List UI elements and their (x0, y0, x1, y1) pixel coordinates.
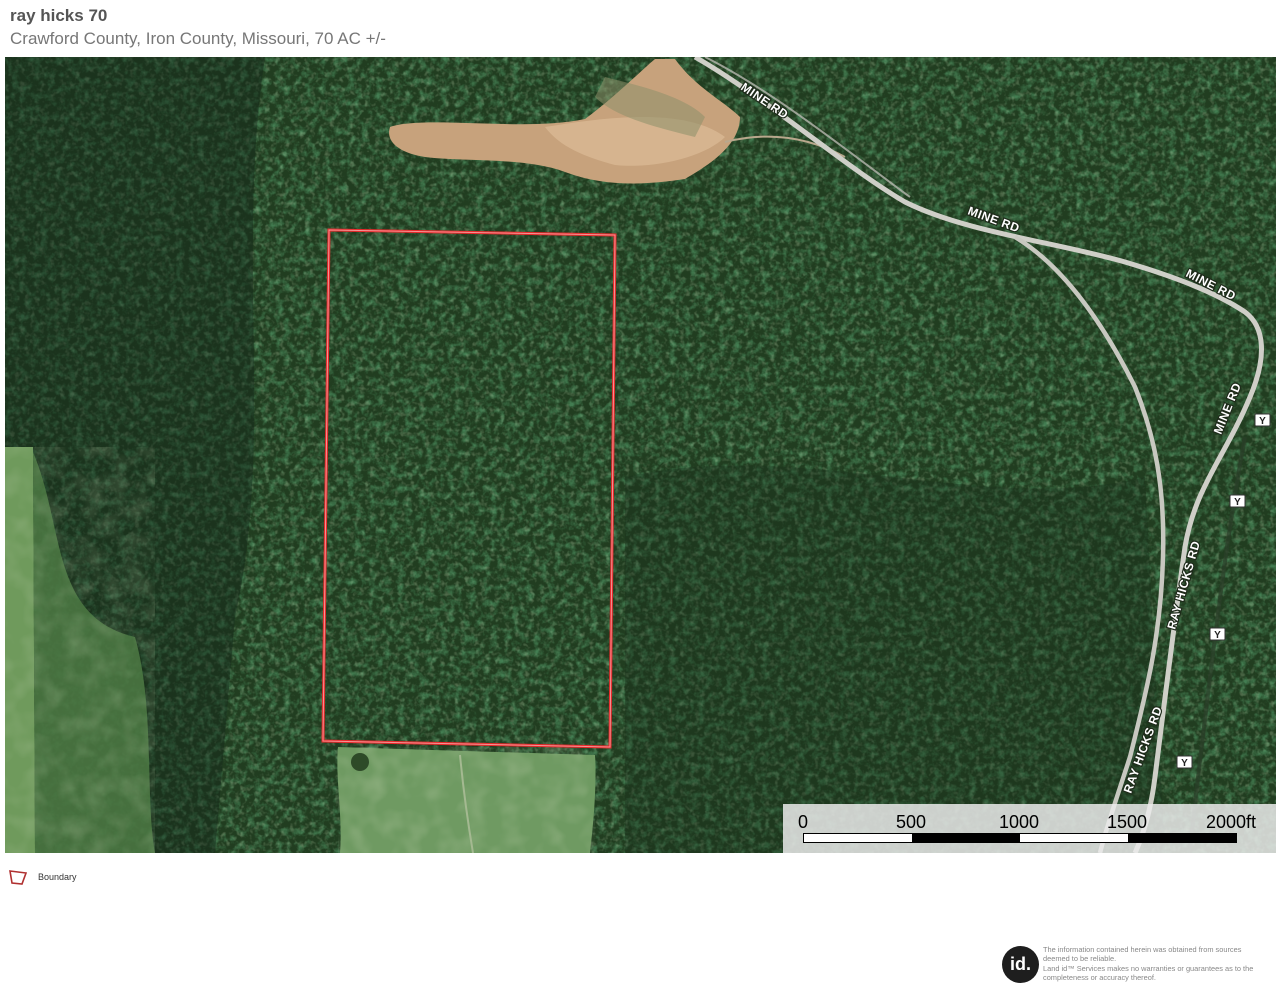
route-shield-y-2: Y (1229, 494, 1246, 508)
route-shield-y-1: Y (1254, 413, 1271, 427)
svg-text:Y: Y (1181, 758, 1188, 769)
svg-text:Y: Y (1259, 416, 1266, 427)
svg-text:Y: Y (1214, 630, 1221, 641)
scale-track (803, 833, 1237, 843)
satellite-map[interactable]: MINE RD MINE RD MINE RD MINE RD RAY HICK… (5, 57, 1276, 853)
scale-label-2000ft: 2000ft (1205, 812, 1257, 832)
map-canvas: MINE RD MINE RD MINE RD MINE RD RAY HICK… (5, 57, 1276, 853)
boundary-polygon-icon (9, 870, 28, 885)
disclaimer-line: Land id™ Services makes no warranties or… (1043, 963, 1254, 973)
field-tree (351, 753, 369, 771)
legend-label-boundary: Boundary (38, 872, 77, 882)
route-shield-y-4: Y (1176, 755, 1193, 769)
scale-bar: 0 500 1000 1500 2000ft (783, 804, 1276, 853)
south-field-texture (338, 747, 595, 853)
route-shield-y-3: Y (1209, 627, 1226, 641)
scale-label-500: 500 (895, 812, 927, 832)
scale-segment-4 (1128, 834, 1236, 842)
scale-segment-3 (1020, 834, 1128, 842)
scale-label-0: 0 (797, 812, 809, 832)
map-legend: Boundary (8, 868, 77, 886)
map-title: ray hicks 70 (10, 6, 108, 25)
svg-text:Y: Y (1234, 497, 1241, 508)
disclaimer-line: deemed to be reliable. (1043, 954, 1117, 964)
scale-label-1500: 1500 (1106, 812, 1148, 832)
scale-label-1000: 1000 (998, 812, 1040, 832)
landid-logo: id. (1002, 946, 1039, 983)
scale-segment-2 (912, 834, 1020, 842)
disclaimer: The information contained herein was obt… (1043, 945, 1279, 982)
dark-forest-southeast (625, 465, 1165, 853)
disclaimer-line: The information contained herein was obt… (1043, 945, 1242, 954)
disclaimer-line: completeness or accuracy thereof. (1043, 972, 1156, 982)
footer: id. The information contained herein was… (1002, 944, 1277, 986)
map-subtitle: Crawford County, Iron County, Missouri, … (10, 29, 386, 48)
scale-segment-1 (804, 834, 912, 842)
